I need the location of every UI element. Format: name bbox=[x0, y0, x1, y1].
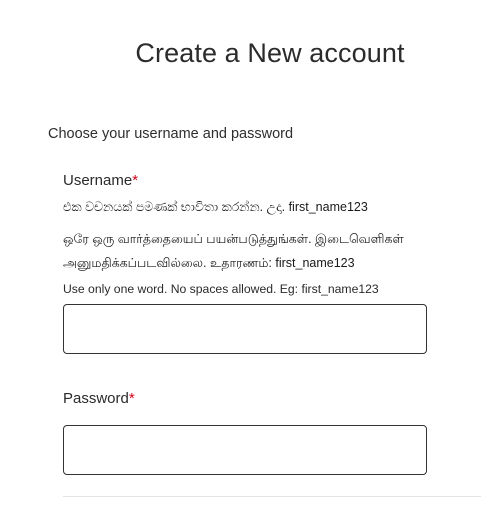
username-label: Username* bbox=[63, 172, 138, 189]
divider bbox=[63, 496, 481, 497]
page-title: Create a New account bbox=[135, 38, 405, 68]
required-marker: * bbox=[128, 390, 135, 407]
username-input[interactable] bbox=[63, 304, 427, 354]
password-label-text: Password bbox=[63, 390, 129, 407]
username-help-sinhala: එක වචනයක් පමණක් භාවිතා කරන්න. උදා. first… bbox=[63, 200, 368, 214]
required-marker: * bbox=[132, 172, 139, 189]
password-label: Password* bbox=[63, 390, 135, 407]
section-label: Choose your username and password bbox=[48, 126, 294, 142]
username-help-tamil-line2: அனுமதிக்கப்படவில்லை. உதாரணம்: first_name… bbox=[63, 256, 355, 270]
username-label-text: Username bbox=[63, 172, 133, 189]
username-help-tamil-line1: ஒரே ஒரு வார்த்தையைப் பயன்படுத்துங்கள். இ… bbox=[63, 232, 404, 246]
password-input[interactable] bbox=[63, 425, 427, 475]
username-help-english: Use only one word. No spaces allowed. Eg… bbox=[63, 282, 379, 296]
